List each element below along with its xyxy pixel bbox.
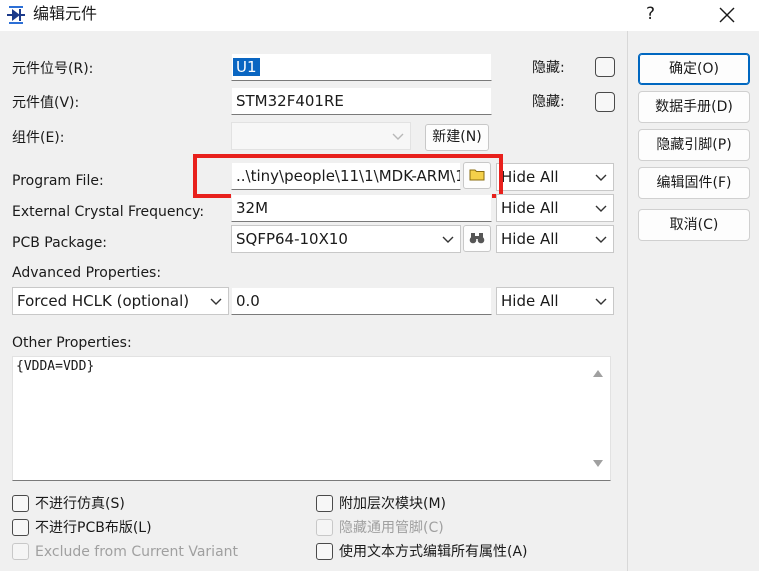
chevron-down-icon <box>595 205 607 212</box>
close-icon[interactable] <box>712 2 742 28</box>
attach-hierarchy-label: 附加层次模块(M) <box>339 496 447 512</box>
part-ref-hidden-label: 隐藏: <box>532 60 565 76</box>
exclude-sim-checkbox[interactable] <box>12 495 29 512</box>
exclude-pcb-label: 不进行PCB布版(L) <box>35 520 152 536</box>
component-app-icon <box>7 6 25 24</box>
advanced-visibility-value: Hide All <box>501 292 559 310</box>
pcb-package-visibility-select[interactable]: Hide All <box>496 225 614 253</box>
chevron-down-icon <box>595 236 607 243</box>
crystal-visibility-value: Hide All <box>501 199 559 217</box>
part-value-hidden-checkbox[interactable] <box>595 92 615 112</box>
part-value-hidden-label: 隐藏: <box>532 94 565 110</box>
edit-firmware-button[interactable]: 编辑固件(F) <box>638 167 750 199</box>
other-properties-label: Other Properties: <box>12 335 132 351</box>
hide-common-pins-label: 隐藏通用管脚(C) <box>339 520 444 536</box>
edit-as-text-checkbox[interactable] <box>316 543 333 560</box>
advanced-property-select[interactable]: Forced HCLK (optional) <box>12 287 229 315</box>
program-file-visibility-select[interactable]: Hide All <box>496 163 614 191</box>
binoculars-icon <box>469 233 485 244</box>
ok-button[interactable]: 确定(O) <box>638 53 750 85</box>
pcb-package-select[interactable]: SQFP64-10X10 <box>231 225 461 253</box>
program-file-label: Program File: <box>12 173 104 189</box>
advanced-properties-label: Advanced Properties: <box>12 265 162 281</box>
group-select <box>231 122 411 150</box>
pcb-package-value: SQFP64-10X10 <box>236 230 348 248</box>
advanced-value-input[interactable]: 0.0 <box>231 287 492 315</box>
exclude-pcb-checkbox[interactable] <box>12 519 29 536</box>
crystal-label: External Crystal Frequency: <box>12 204 205 220</box>
crystal-input[interactable]: 32M <box>231 194 492 222</box>
chevron-down-icon <box>210 298 222 305</box>
edit-as-text-label: 使用文本方式编辑所有属性(A) <box>339 544 528 560</box>
exclude-variant-label: Exclude from Current Variant <box>35 544 239 560</box>
pcb-package-label: PCB Package: <box>12 235 108 251</box>
part-value-input[interactable]: STM32F401RE <box>231 87 492 115</box>
part-ref-label: 元件位号(R): <box>12 61 94 77</box>
attach-hierarchy-checkbox[interactable] <box>316 495 333 512</box>
highlight-box <box>193 154 503 198</box>
chevron-down-icon <box>595 174 607 181</box>
hidden-pins-button[interactable]: 隐藏引脚(P) <box>638 129 750 161</box>
help-button[interactable]: ? <box>646 3 655 25</box>
datasheet-button[interactable]: 数据手册(D) <box>638 91 750 123</box>
advanced-property-value: Forced HCLK (optional) <box>17 292 190 310</box>
exclude-sim-label: 不进行仿真(S) <box>35 496 125 512</box>
cancel-button[interactable]: 取消(C) <box>638 209 750 241</box>
part-ref-value: U1 <box>233 58 260 76</box>
package-search-button[interactable] <box>463 225 491 252</box>
hide-common-pins-checkbox <box>316 519 333 536</box>
panel-divider <box>627 31 628 571</box>
vertical-scrollbar[interactable] <box>586 357 610 480</box>
chevron-down-icon <box>392 133 404 140</box>
part-ref-input[interactable]: U1 <box>231 53 492 81</box>
program-file-visibility-value: Hide All <box>501 168 559 186</box>
other-properties-textarea[interactable]: {VDDA=VDD} <box>12 356 611 481</box>
crystal-visibility-select[interactable]: Hide All <box>496 194 614 222</box>
chevron-down-icon <box>595 298 607 305</box>
chevron-down-icon <box>442 236 454 243</box>
new-group-button[interactable]: 新建(N) <box>425 124 489 151</box>
exclude-variant-checkbox <box>12 543 29 560</box>
pcb-package-visibility-value: Hide All <box>501 230 559 248</box>
part-value-label: 元件值(V): <box>12 95 80 111</box>
advanced-visibility-select[interactable]: Hide All <box>496 287 614 315</box>
group-label: 组件(E): <box>12 130 65 146</box>
window-title: 编辑元件 <box>33 4 98 23</box>
part-ref-hidden-checkbox[interactable] <box>595 57 615 77</box>
other-properties-text: {VDDA=VDD} <box>16 359 95 374</box>
